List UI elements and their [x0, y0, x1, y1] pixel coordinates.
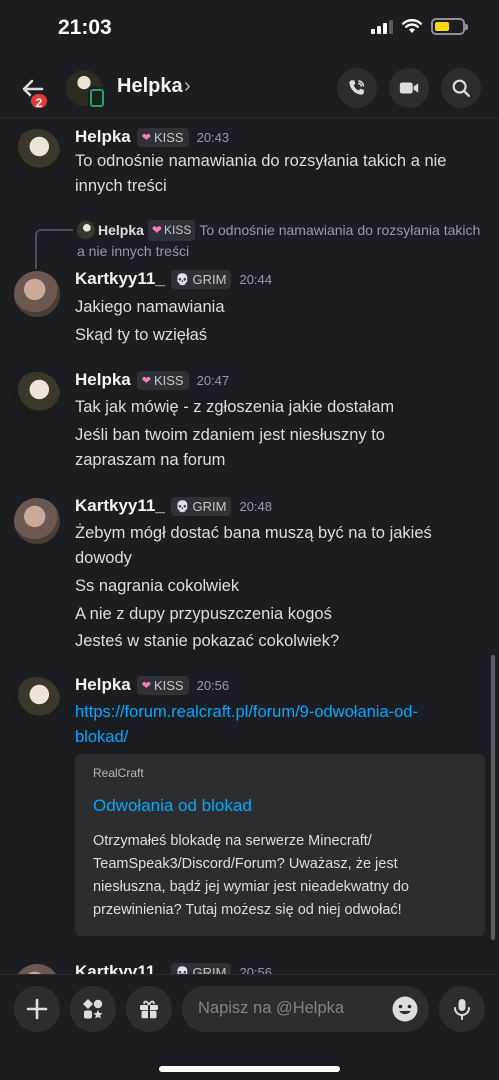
author-name[interactable]: Helpka [75, 675, 131, 695]
author-name[interactable]: Helpka [75, 127, 131, 147]
scrollbar[interactable] [491, 655, 495, 940]
chevron-right-icon[interactable]: › [184, 75, 191, 98]
timestamp: 20:56 [196, 677, 230, 693]
avatar[interactable] [14, 677, 60, 723]
author-name[interactable]: Kartkyy11_ [75, 496, 165, 516]
clan-tag[interactable]: 💀 GRIM [170, 269, 232, 289]
clan-tag[interactable]: 💀 GRIM [170, 496, 232, 516]
avatar[interactable] [14, 498, 60, 544]
timestamp: 20:56 [239, 964, 273, 975]
message-text: Żebym mógł dostać bana muszą być na to j… [75, 524, 432, 542]
unread-badge: 2 [29, 92, 49, 110]
mobile-online-icon [88, 87, 106, 109]
avatar[interactable] [14, 129, 60, 175]
video-camera-icon [399, 82, 419, 94]
message-list[interactable]: Helpka ❤ KISS 20:43 To odnośnie namawiani… [0, 119, 499, 974]
chat-header: 2 Helpka › [0, 60, 499, 118]
author-name[interactable]: Kartkyy11_ [75, 962, 165, 974]
message-text: A nie z dupy przypuszczenia kogoś [75, 605, 332, 623]
home-indicator [159, 1066, 340, 1072]
skull-icon: 💀 [175, 273, 190, 286]
wifi-icon [402, 19, 422, 33]
plus-icon [26, 998, 48, 1020]
call-button[interactable] [337, 68, 377, 108]
message-text: innych treści [75, 177, 167, 195]
attach-button[interactable] [14, 986, 60, 1032]
reply-spine [35, 229, 73, 269]
timestamp: 20:44 [239, 271, 273, 287]
message-link[interactable]: https://forum.realcraft.pl/forum/9-odwoł… [75, 700, 485, 725]
apps-icon [83, 999, 103, 1019]
message-text: Jesteś w stanie pokazać cokolwiek? [75, 632, 340, 650]
voice-message-button[interactable] [439, 986, 485, 1032]
timestamp: 20:48 [239, 498, 273, 514]
message-text: zapraszam na forum [75, 451, 226, 469]
author-name[interactable]: Kartkyy11_ [75, 269, 165, 289]
message-link[interactable]: blokad/ [75, 725, 485, 750]
message-input[interactable]: Napisz na @Helpka [182, 986, 429, 1032]
signal-icon [371, 19, 393, 34]
message-text: dowody [75, 549, 132, 567]
gift-button[interactable] [126, 986, 172, 1032]
message-text: Jakiego namawiania [75, 298, 225, 316]
message-text: Skąd ty to wzięłaś [75, 326, 208, 344]
gift-icon [140, 1000, 158, 1019]
reply-preview[interactable]: Helpka ❤ KISS To odnośnie namawiania do roz… [77, 220, 487, 262]
clan-tag[interactable]: ❤ KISS [136, 127, 189, 147]
author-name[interactable]: Helpka [75, 370, 131, 390]
battery-icon [431, 18, 468, 35]
header-title[interactable]: Helpka [117, 75, 183, 98]
microphone-icon [454, 999, 470, 1020]
input-placeholder: Napisz na @Helpka [198, 999, 345, 1017]
message-text: Tak jak mówię - z zgłoszenia jakie dosta… [75, 398, 395, 416]
message-text: Jeśli ban twoim zdaniem jest niesłuszny … [75, 426, 385, 444]
embed-provider: RealCraft [93, 766, 144, 780]
search-icon [452, 79, 470, 97]
timestamp: 20:47 [196, 372, 230, 388]
skull-icon: 💀 [175, 500, 190, 513]
link-embed[interactable]: RealCraft Odwołania od blokad Otrzymałeś… [75, 754, 485, 936]
heart-icon: ❤ [141, 679, 151, 692]
search-button[interactable] [441, 68, 481, 108]
phone-call-icon [349, 80, 365, 95]
embed-description: Otrzymałeś blokadę na serwerze Minecraft… [93, 833, 409, 918]
timestamp: 20:43 [196, 129, 230, 145]
message-text: To odnośnie namawiania do rozsyłania tak… [75, 152, 447, 170]
avatar[interactable] [14, 271, 60, 317]
heart-icon: ❤ [151, 223, 162, 237]
clan-tag[interactable]: ❤ KISS [136, 370, 189, 390]
avatar[interactable] [14, 372, 60, 418]
clan-tag[interactable]: 💀 GRIM [170, 962, 232, 975]
apps-button[interactable] [70, 986, 116, 1032]
embed-title[interactable]: Odwołania od blokad [93, 796, 467, 816]
status-bar: 21:03 [0, 0, 499, 60]
reply-avatar [77, 221, 95, 239]
message-text: Ss nagrania cokolwiek [75, 577, 240, 595]
emoji-icon[interactable] [391, 995, 419, 1023]
status-time: 21:03 [58, 16, 112, 39]
heart-icon: ❤ [141, 374, 151, 387]
skull-icon: 💀 [175, 966, 190, 975]
composer-bar: Napisz na @Helpka [0, 974, 499, 1080]
video-call-button[interactable] [389, 68, 429, 108]
clan-tag[interactable]: ❤ KISS [136, 675, 189, 695]
heart-icon: ❤ [141, 131, 151, 144]
